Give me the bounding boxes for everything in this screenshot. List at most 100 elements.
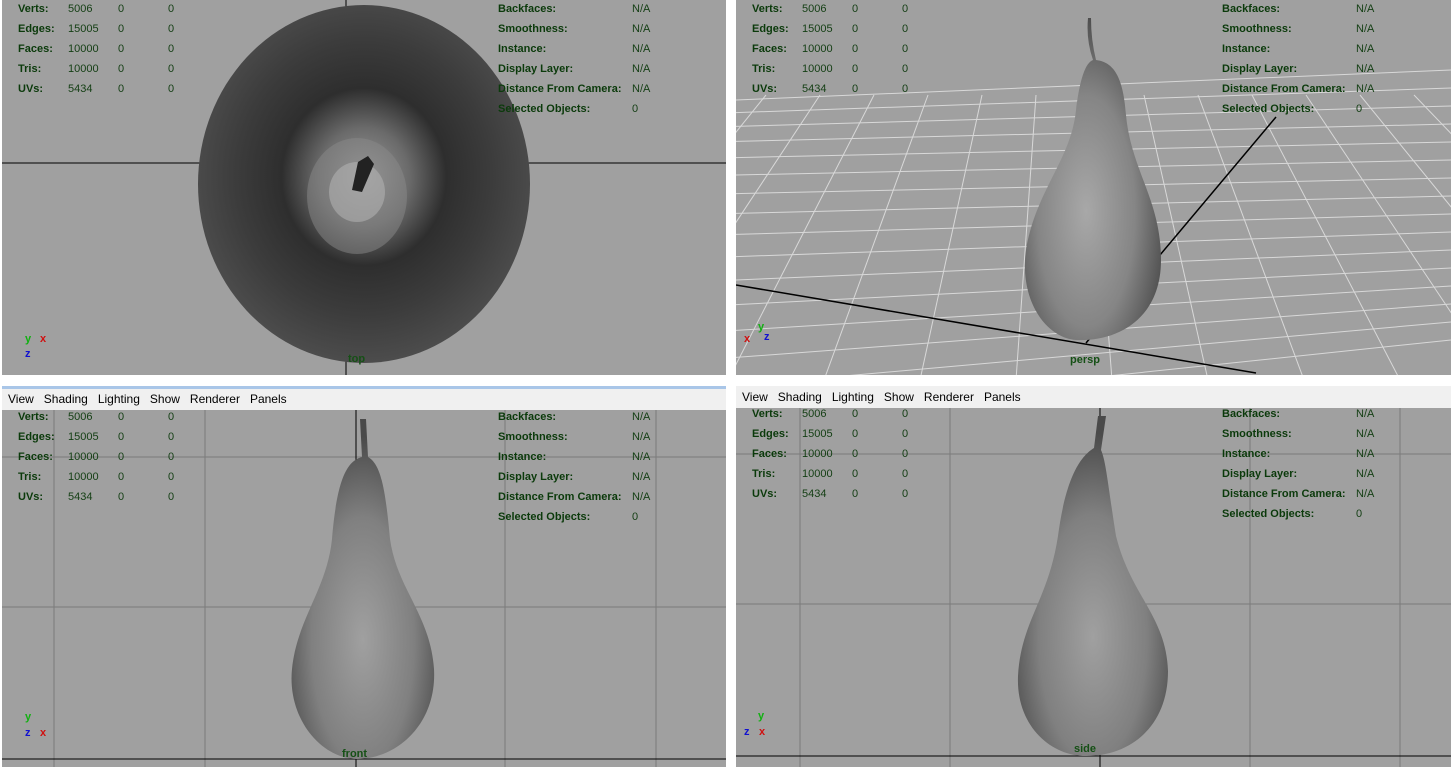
menu-renderer[interactable]: Renderer [920, 390, 978, 404]
side-view-canvas[interactable] [736, 386, 1451, 767]
stat-value: 5006 [68, 3, 93, 15]
stat-value: 0 [852, 488, 859, 500]
grid-line [825, 94, 929, 375]
persp-view-canvas[interactable] [736, 0, 1451, 375]
grid-line [1197, 94, 1303, 375]
info-value: 0 [632, 511, 639, 523]
info-label: Backfaces: [498, 3, 557, 15]
info-label: Smoothness: [498, 23, 568, 35]
info-value: N/A [632, 23, 651, 35]
stat-value: 0 [902, 468, 909, 480]
menu-renderer[interactable]: Renderer [186, 392, 244, 406]
stat-value: 5006 [802, 408, 827, 420]
stat-label: Verts: [752, 3, 783, 15]
stat-value: 0 [168, 431, 175, 443]
stat-value: 0 [118, 43, 125, 55]
menu-panels[interactable]: Panels [246, 392, 291, 406]
stat-value: 0 [118, 23, 125, 35]
stat-value: 15005 [68, 23, 99, 35]
stat-label: Edges: [752, 428, 789, 440]
stat-value: 0 [118, 411, 125, 423]
stat-value: 0 [902, 448, 909, 460]
grid-line [736, 94, 875, 366]
stat-label: Faces: [752, 448, 787, 460]
viewport-menubar: View Shading Lighting Show Renderer Pane… [736, 386, 1451, 408]
stat-value: 10000 [68, 43, 99, 55]
stat-value: 15005 [802, 428, 833, 440]
front-view-canvas[interactable] [2, 389, 726, 767]
stat-value: 0 [852, 43, 859, 55]
menu-view[interactable]: View [738, 390, 772, 404]
stat-value: 10000 [68, 63, 99, 75]
stat-value: 5434 [68, 83, 93, 95]
info-value: 0 [632, 103, 639, 115]
info-value: N/A [632, 491, 651, 503]
grid-axis-x [736, 284, 1257, 374]
info-value: N/A [1356, 468, 1375, 480]
menu-shading[interactable]: Shading [40, 392, 92, 406]
info-value: N/A [632, 431, 651, 443]
info-value: N/A [1356, 63, 1375, 75]
stat-label: Edges: [18, 431, 55, 443]
stat-value: 0 [118, 431, 125, 443]
info-label: Smoothness: [1222, 23, 1292, 35]
axis-y-label: y [758, 710, 765, 722]
stat-value: 10000 [802, 448, 833, 460]
pear-mesh [1017, 416, 1168, 756]
stat-label: UVs: [18, 83, 44, 95]
stat-value: 0 [118, 63, 125, 75]
menu-show[interactable]: Show [146, 392, 184, 406]
viewport-side[interactable]: View Shading Lighting Show Renderer Pane… [736, 386, 1451, 767]
menu-shading[interactable]: Shading [774, 390, 826, 404]
camera-label: top [348, 353, 366, 365]
stat-value: 0 [852, 63, 859, 75]
info-label: Display Layer: [498, 471, 574, 483]
camera-label: front [342, 748, 368, 760]
viewport-top[interactable]: Verts: 5006 0 0 Edges: 15005 0 0 Faces: 10000 0 0 Tr… [2, 0, 726, 375]
stat-value: 0 [902, 63, 909, 75]
axis-z-label: z [25, 348, 31, 360]
info-label: Distance From Camera: [1222, 488, 1346, 500]
stat-value: 0 [902, 43, 909, 55]
info-label: Selected Objects: [1222, 508, 1315, 520]
stat-value: 0 [118, 491, 125, 503]
viewport-front[interactable]: View Shading Lighting Show Renderer Pane… [2, 386, 726, 767]
menu-show[interactable]: Show [880, 390, 918, 404]
stat-value: 0 [168, 3, 175, 15]
menu-view[interactable]: View [4, 392, 38, 406]
menu-panels[interactable]: Panels [980, 390, 1025, 404]
stat-value: 0 [902, 23, 909, 35]
menu-lighting[interactable]: Lighting [94, 392, 144, 406]
stat-label: UVs: [752, 83, 778, 95]
info-label: Display Layer: [498, 63, 574, 75]
axis-z-label: z [25, 727, 31, 739]
info-label: Distance From Camera: [1222, 83, 1346, 95]
stat-value: 0 [168, 491, 175, 503]
viewport-persp[interactable]: Verts: 5006 0 0 Edges: 15005 0 0 Faces: 10000 0 0 Tr… [736, 0, 1451, 375]
axis-x-label: x [40, 333, 47, 345]
menu-lighting[interactable]: Lighting [828, 390, 878, 404]
stat-label: UVs: [18, 491, 44, 503]
axis-x-label: x [40, 727, 47, 739]
info-label: Display Layer: [1222, 63, 1298, 75]
stat-value: 5434 [68, 491, 93, 503]
stat-value: 0 [902, 3, 909, 15]
camera-label: persp [1070, 354, 1100, 366]
info-value: N/A [1356, 43, 1375, 55]
info-value: N/A [632, 471, 651, 483]
stat-label: Faces: [752, 43, 787, 55]
top-view-canvas[interactable] [2, 0, 726, 375]
stat-label: Verts: [752, 408, 783, 420]
info-value: N/A [1356, 83, 1375, 95]
info-label: Distance From Camera: [498, 491, 622, 503]
info-label: Selected Objects: [498, 511, 591, 523]
stat-value: 0 [168, 63, 175, 75]
axis-x-label: x [744, 333, 751, 345]
info-value: 0 [1356, 508, 1363, 520]
info-value: 0 [1356, 103, 1363, 115]
stat-value: 0 [902, 408, 909, 420]
info-value: N/A [1356, 488, 1375, 500]
info-value: N/A [632, 83, 651, 95]
info-label: Selected Objects: [1222, 103, 1315, 115]
info-label: Display Layer: [1222, 468, 1298, 480]
